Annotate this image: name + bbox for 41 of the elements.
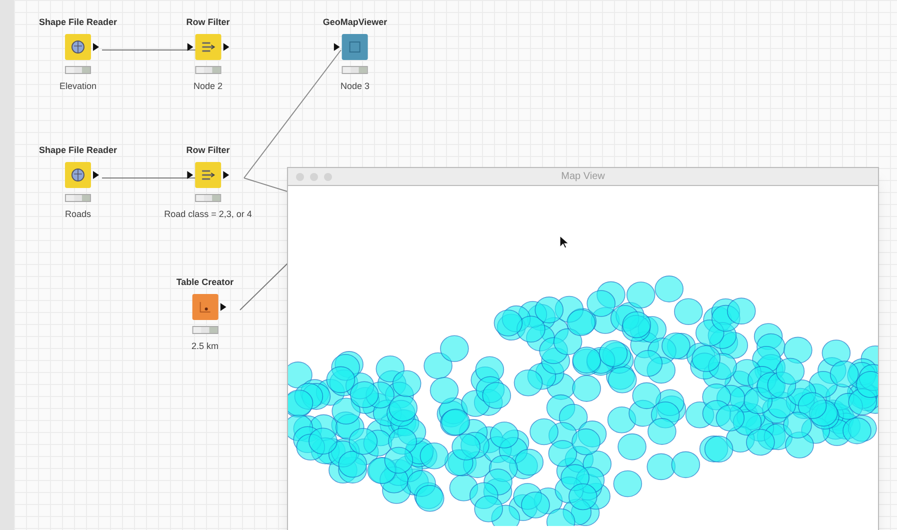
output-port-icon (93, 42, 99, 50)
node-title: Table Creator (176, 276, 234, 289)
status-light-icon (65, 194, 91, 202)
node-label: Roads (64, 208, 91, 220)
input-port-icon (187, 170, 193, 178)
window-title: Map View (561, 170, 605, 184)
status-light-icon (192, 326, 218, 334)
output-port-icon (223, 42, 229, 50)
table-icon (198, 300, 212, 314)
node-label: Node 3 (340, 80, 370, 92)
node-title: Row Filter (186, 16, 230, 29)
status-light-icon (65, 66, 91, 74)
node-label: Node 2 (193, 80, 222, 92)
input-port-icon (334, 42, 340, 50)
grid-icon (348, 40, 362, 54)
node-body[interactable] (195, 162, 221, 188)
node-label: Road class = 2,3, or 4 (164, 208, 252, 220)
filter-icon (200, 168, 216, 180)
node-body[interactable] (65, 162, 91, 188)
node-title: Shape File Reader (38, 144, 118, 157)
input-port-icon (187, 42, 193, 50)
globe-icon (71, 40, 85, 54)
status-light-icon (195, 194, 221, 202)
node-label: Elevation (59, 80, 97, 92)
output-port-icon (93, 170, 99, 178)
node-title: Shape File Reader (38, 16, 118, 29)
node-title: Row Filter (186, 144, 230, 157)
node-body[interactable] (65, 34, 91, 60)
output-port-icon (220, 302, 226, 310)
globe-icon (71, 168, 85, 182)
cursor-icon (560, 236, 569, 249)
status-light-icon (195, 66, 221, 74)
node-title: GeoMapViewer (322, 16, 388, 29)
filter-icon (200, 40, 216, 52)
node-body[interactable] (342, 34, 368, 60)
node-body[interactable] (192, 294, 218, 320)
node-label: 2.5 km (192, 340, 218, 352)
status-light-icon (342, 66, 368, 74)
node-body[interactable] (195, 34, 221, 60)
output-port-icon (223, 170, 229, 178)
connection-line (240, 262, 290, 310)
